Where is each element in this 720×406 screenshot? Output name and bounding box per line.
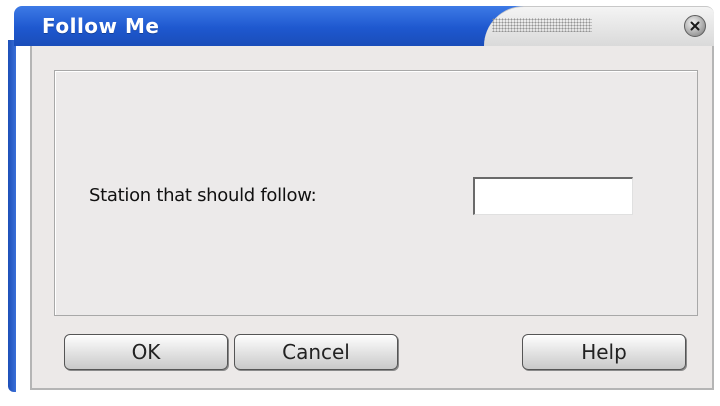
help-button[interactable]: Help <box>522 334 686 370</box>
content-panel: Station that should follow: <box>54 70 698 316</box>
title-bar[interactable]: Follow Me <box>14 6 714 47</box>
drag-grip-icon[interactable] <box>492 18 592 32</box>
window-left-edge <box>8 40 16 392</box>
window-title: Follow Me <box>42 14 160 38</box>
cancel-button[interactable]: Cancel <box>234 334 398 370</box>
station-input[interactable] <box>473 177 633 215</box>
dialog-body: Station that should follow: OK Cancel He… <box>30 46 714 390</box>
close-button[interactable] <box>684 15 706 37</box>
ok-button[interactable]: OK <box>64 334 228 370</box>
station-label: Station that should follow: <box>89 185 317 206</box>
close-icon <box>690 21 700 31</box>
follow-me-dialog: Follow Me Station that should follow: OK… <box>0 0 720 406</box>
